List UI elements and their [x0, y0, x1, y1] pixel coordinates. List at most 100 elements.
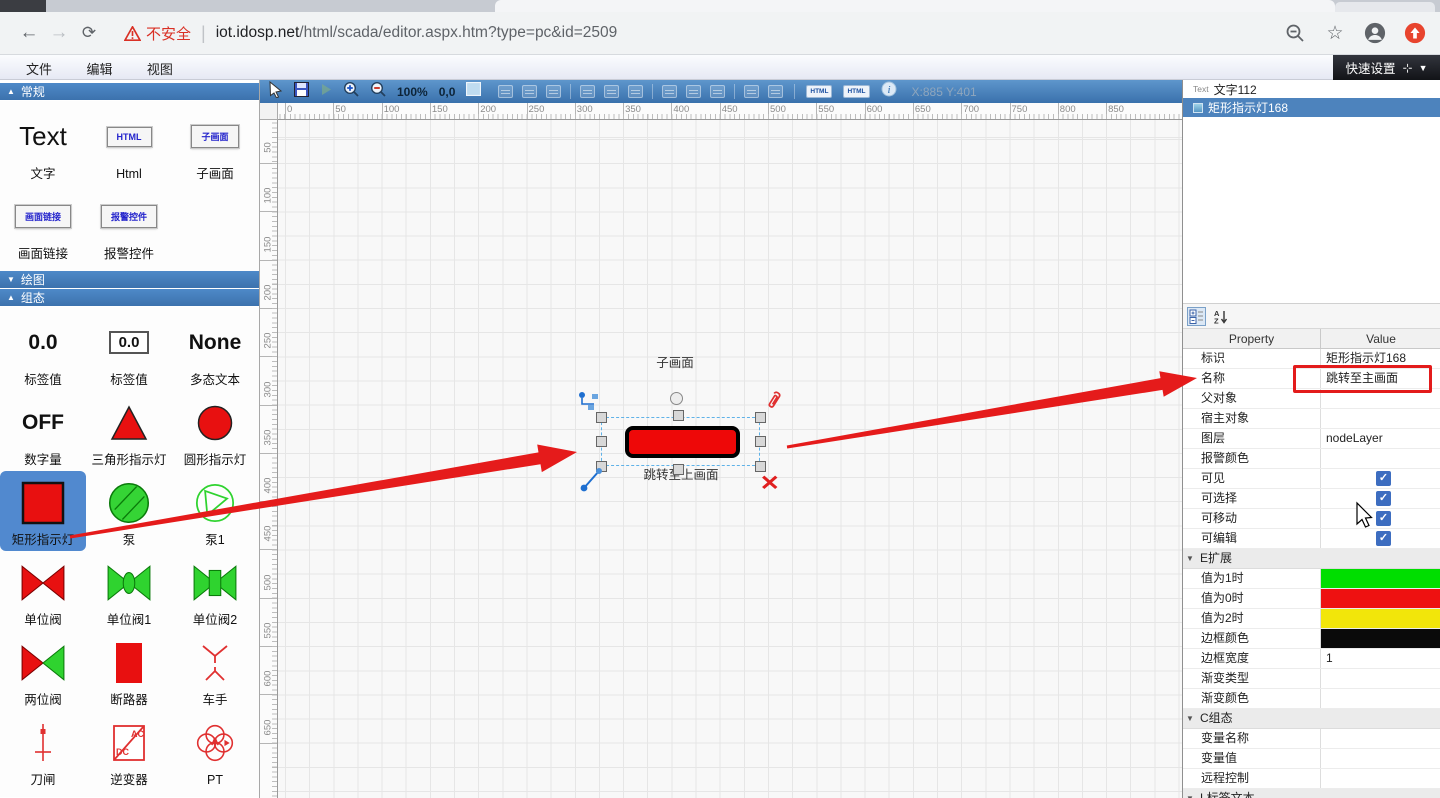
palette-section-header-0[interactable]: ▲常规 — [0, 83, 259, 100]
property-value[interactable] — [1321, 609, 1440, 628]
forward-icon[interactable]: → — [44, 22, 74, 44]
palette-item-单位阀[interactable]: 单位阀 — [0, 551, 86, 631]
property-row-可选择[interactable]: 可选择✓ — [1183, 489, 1440, 509]
color-swatch[interactable] — [1321, 609, 1440, 628]
property-value[interactable] — [1321, 389, 1440, 408]
property-row-可编辑[interactable]: 可编辑✓ — [1183, 529, 1440, 549]
zoom-out-icon[interactable] — [370, 81, 386, 102]
delete-x-icon[interactable]: ✕ — [760, 471, 780, 496]
align-tool-icon-0[interactable] — [498, 85, 513, 98]
property-value[interactable] — [1321, 589, 1440, 608]
palette-item-文字[interactable]: Text文字 — [0, 105, 86, 185]
property-value[interactable] — [1321, 669, 1440, 688]
palette-section-header-2[interactable]: ▲组态 — [0, 289, 259, 306]
quick-settings-dropdown-icon[interactable]: ▼ — [1419, 63, 1428, 73]
palette-item-两位阀[interactable]: 两位阀 — [0, 631, 86, 711]
design-canvas[interactable]: 子画面 跳转至上画面 ✕ — [278, 120, 1182, 798]
property-value[interactable]: 1 — [1321, 649, 1440, 668]
palette-section-header-1[interactable]: ▼绘图 — [0, 271, 259, 288]
value-column-header[interactable]: Value — [1321, 329, 1440, 348]
palette-item-矩形指示灯[interactable]: 矩形指示灯 — [0, 471, 86, 551]
property-row-E扩展[interactable]: E扩展 — [1183, 549, 1440, 569]
property-value[interactable]: 跳转至主画面 — [1321, 369, 1440, 388]
align-tool-icon-3[interactable] — [580, 85, 595, 98]
align-tool-icon-10[interactable] — [768, 85, 783, 98]
attach-paperclip-icon[interactable] — [764, 390, 782, 417]
property-row-报警颜色[interactable]: 报警颜色 — [1183, 449, 1440, 469]
property-value[interactable] — [1321, 409, 1440, 428]
property-value[interactable] — [1321, 569, 1440, 588]
property-column-header[interactable]: Property — [1183, 329, 1321, 348]
property-row-值为0时[interactable]: 值为0时 — [1183, 589, 1440, 609]
palette-item-泵1[interactable]: 泵1 — [172, 471, 258, 551]
palette-item-画面链接[interactable]: 画面链接画面链接 — [0, 185, 86, 265]
palette-item-报警控件[interactable]: 报警控件报警控件 — [86, 185, 172, 265]
property-row-可见[interactable]: 可见✓ — [1183, 469, 1440, 489]
palette-item-多态文本[interactable]: None多态文本 — [172, 311, 258, 391]
color-swatch[interactable] — [1321, 629, 1440, 648]
property-row-C组态[interactable]: C组态 — [1183, 709, 1440, 729]
palette-item-标签值[interactable]: 0.0标签值 — [86, 311, 172, 391]
property-row-值为1时[interactable]: 值为1时 — [1183, 569, 1440, 589]
property-value[interactable]: ✓ — [1321, 529, 1440, 548]
property-row-渐变颜色[interactable]: 渐变颜色 — [1183, 689, 1440, 709]
property-row-父对象[interactable]: 父对象 — [1183, 389, 1440, 409]
property-row-值为2时[interactable]: 值为2时 — [1183, 609, 1440, 629]
property-value[interactable] — [1321, 449, 1440, 468]
zoom-in-icon[interactable] — [343, 81, 359, 102]
connector-anchor-icon[interactable] — [578, 391, 600, 416]
active-tab[interactable] — [495, 0, 1335, 12]
property-row-边框宽度[interactable]: 边框宽度1 — [1183, 649, 1440, 669]
palette-item-数字量[interactable]: OFF数字量 — [0, 391, 86, 471]
property-row-变量值[interactable]: 变量值 — [1183, 749, 1440, 769]
property-value[interactable] — [1321, 729, 1440, 748]
property-row-可移动[interactable]: 可移动✓ — [1183, 509, 1440, 529]
html-export-icon[interactable]: HTML — [806, 85, 832, 98]
color-swatch[interactable] — [1321, 589, 1440, 608]
checkbox-checked[interactable]: ✓ — [1376, 511, 1391, 526]
align-tool-icon-5[interactable] — [628, 85, 643, 98]
html-preview-icon[interactable]: HTML — [843, 85, 869, 98]
subscreen-text-element[interactable]: 子画面 — [653, 352, 697, 371]
property-value[interactable] — [1321, 689, 1440, 708]
pointer-tool-icon[interactable] — [268, 81, 283, 103]
back-icon[interactable]: ← — [14, 22, 44, 44]
tree-item-1[interactable]: 矩形指示灯168 — [1183, 98, 1440, 117]
tree-item-0[interactable]: Text文字112 — [1183, 80, 1440, 98]
menu-view[interactable]: 视图 — [143, 55, 177, 82]
connector-line-icon[interactable] — [579, 467, 603, 498]
property-row-远程控制[interactable]: 远程控制 — [1183, 769, 1440, 789]
checkbox-checked[interactable]: ✓ — [1376, 491, 1391, 506]
property-value[interactable] — [1321, 769, 1440, 788]
property-row-标识[interactable]: 标识矩形指示灯168 — [1183, 349, 1440, 369]
quick-settings-button[interactable]: 快速设置 ⊹ ▼ — [1333, 55, 1440, 80]
property-row-宿主对象[interactable]: 宿主对象 — [1183, 409, 1440, 429]
resize-handle[interactable] — [673, 464, 684, 475]
palette-item-标签值[interactable]: 0.0标签值 — [0, 311, 86, 391]
canvas-settings-icon[interactable] — [466, 82, 481, 101]
reload-icon[interactable]: ⟳ — [74, 23, 104, 43]
property-row-L标签文本[interactable]: L标签文本 — [1183, 789, 1440, 798]
resize-handle[interactable] — [596, 436, 607, 447]
align-tool-icon-9[interactable] — [744, 85, 759, 98]
bookmark-star-icon[interactable]: ☆ — [1324, 22, 1346, 44]
menu-file[interactable]: 文件 — [22, 55, 56, 82]
palette-item-子画面[interactable]: 子画面子画面 — [172, 105, 258, 185]
profile-avatar-icon[interactable] — [1364, 22, 1386, 44]
zoom-page-icon[interactable] — [1284, 22, 1306, 44]
color-swatch[interactable] — [1321, 569, 1440, 588]
rect-indicator-element[interactable] — [625, 426, 740, 458]
property-row-名称[interactable]: 名称跳转至主画面 — [1183, 369, 1440, 389]
palette-item-刀闸[interactable]: 刀闸 — [0, 711, 86, 791]
palette-item-圆形指示灯[interactable]: 圆形指示灯 — [172, 391, 258, 471]
rotate-handle[interactable] — [670, 392, 683, 405]
align-tool-icon-6[interactable] — [662, 85, 677, 98]
categorized-view-icon[interactable] — [1187, 307, 1206, 326]
palette-item-单位阀1[interactable]: 单位阀1 — [86, 551, 172, 631]
align-tool-icon-4[interactable] — [604, 85, 619, 98]
save-icon[interactable] — [294, 82, 309, 102]
property-value[interactable]: 矩形指示灯168 — [1321, 349, 1440, 368]
compress-icon[interactable]: ⊹ — [1403, 61, 1412, 75]
property-row-变量名称[interactable]: 变量名称 — [1183, 729, 1440, 749]
run-icon[interactable] — [320, 83, 332, 101]
